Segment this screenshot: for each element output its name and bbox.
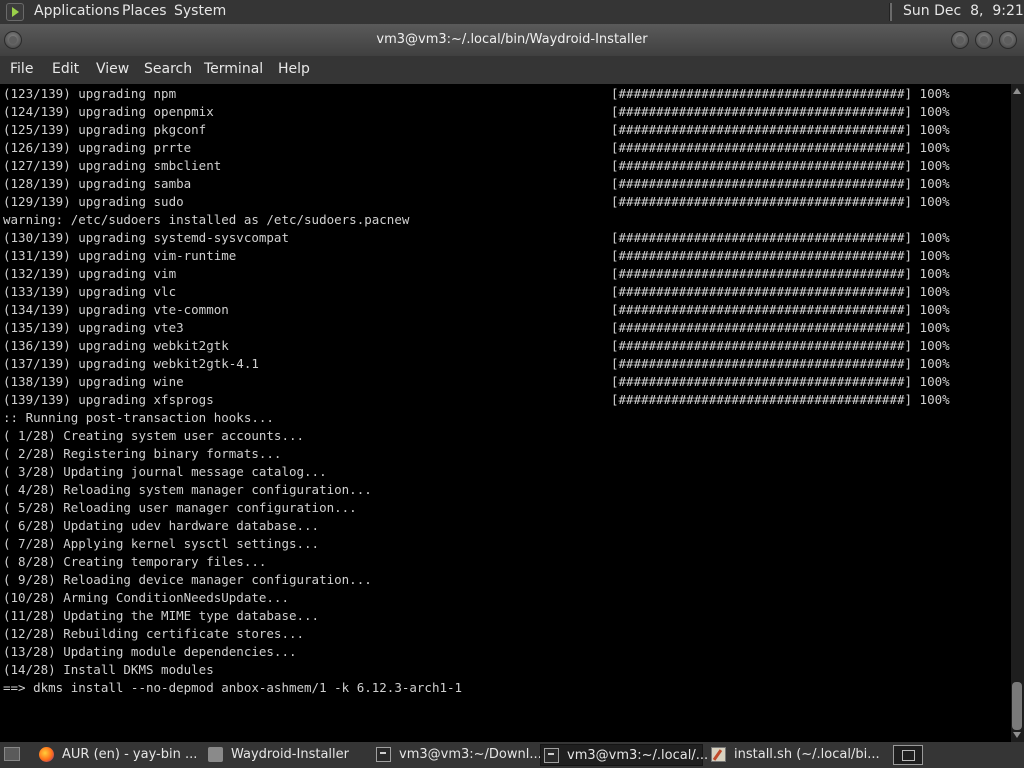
task-label: AUR (en) - yay-bin ... [62, 747, 198, 762]
maximize-button[interactable] [975, 31, 993, 49]
terminal-line: (128/139) upgrading samba [3, 176, 192, 191]
window-title: vm3@vm3:~/.local/bin/Waydroid-Installer [376, 32, 648, 47]
terminal-line: :: Running post-transaction hooks... [3, 410, 274, 425]
progress-bar-text: [######################################]… [611, 338, 950, 353]
progress-bar-text: [######################################]… [611, 194, 950, 209]
terminal-line: (127/139) upgrading smbclient [3, 158, 222, 173]
firefox-icon [39, 747, 54, 762]
workspace-switcher-icon[interactable] [893, 745, 923, 765]
taskbar: AUR (en) - yay-bin ... Waydroid-Installe… [0, 742, 1024, 768]
progress-bar-text: [######################################]… [611, 374, 950, 389]
scroll-down-arrow-icon[interactable] [1013, 732, 1021, 738]
task-label: vm3@vm3:~/Downl... [399, 747, 542, 762]
terminal-line: ( 9/28) Reloading device manager configu… [3, 572, 372, 587]
progress-bar-text: [######################################]… [611, 86, 950, 101]
terminal-line: (133/139) upgrading vlc [3, 284, 177, 299]
terminal-line: ( 2/28) Registering binary formats... [3, 446, 282, 461]
top-panel: Applications Places System Sun Dec 8, 9:… [0, 0, 1024, 24]
progress-bar-text: [######################################]… [611, 320, 950, 335]
terminal-line: ( 4/28) Reloading system manager configu… [3, 482, 372, 497]
progress-bar-text: [######################################]… [611, 230, 950, 245]
task-terminal-active[interactable]: vm3@vm3:~/.local/... [540, 744, 708, 766]
terminal-icon [376, 747, 391, 762]
menubar: File Edit View Search Terminal Help [0, 56, 1024, 84]
terminal-line: (12/28) Rebuilding certificate stores... [3, 626, 305, 641]
progress-bar-text: [######################################]… [611, 158, 950, 173]
menu-terminal[interactable]: Terminal [204, 61, 263, 77]
text-editor-icon [711, 747, 726, 762]
terminal-line: (136/139) upgrading webkit2gtk [3, 338, 229, 353]
menu-places[interactable]: Places [122, 3, 167, 19]
menu-help[interactable]: Help [278, 61, 310, 77]
terminal-line: (131/139) upgrading vim-runtime [3, 248, 237, 263]
minimize-button[interactable] [951, 31, 969, 49]
terminal-line: ( 6/28) Updating udev hardware database.… [3, 518, 320, 533]
menu-view[interactable]: View [96, 61, 129, 77]
folder-icon [208, 747, 223, 762]
progress-bar-text: [######################################]… [611, 284, 950, 299]
progress-bar-text: [######################################]… [611, 104, 950, 119]
menu-system[interactable]: System [174, 3, 226, 19]
task-label: vm3@vm3:~/.local/... [567, 748, 709, 763]
terminal-icon [544, 748, 559, 763]
task-label: Waydroid-Installer [231, 747, 349, 762]
task-label: install.sh (~/.local/bi... [734, 747, 880, 762]
scrollbar-thumb[interactable] [1012, 682, 1022, 730]
terminal-line: warning: /etc/sudoers installed as /etc/… [3, 212, 410, 227]
panel-separator [889, 3, 892, 21]
progress-bar-text: [######################################]… [611, 302, 950, 317]
terminal-line: (137/139) upgrading webkit2gtk-4.1 [3, 356, 259, 371]
progress-bar-text: [######################################]… [611, 140, 950, 155]
terminal-line: (138/139) upgrading wine [3, 374, 184, 389]
terminal-line: (124/139) upgrading openpmix [3, 104, 214, 119]
window-titlebar[interactable]: vm3@vm3:~/.local/bin/Waydroid-Installer [0, 24, 1024, 56]
close-button[interactable] [999, 31, 1017, 49]
progress-bar-text: [######################################]… [611, 248, 950, 263]
terminal-line: (135/139) upgrading vte3 [3, 320, 184, 335]
terminal-line: ==> dkms install --no-depmod anbox-ashme… [3, 680, 463, 695]
scroll-up-arrow-icon[interactable] [1013, 88, 1021, 94]
terminal-line: (139/139) upgrading xfsprogs [3, 392, 214, 407]
task-text-editor[interactable]: install.sh (~/.local/bi... [708, 744, 880, 766]
terminal-line: ( 7/28) Applying kernel sysctl settings.… [3, 536, 320, 551]
terminal-line: (11/28) Updating the MIME type database.… [3, 608, 320, 623]
progress-bar-text: [######################################]… [611, 122, 950, 137]
terminal-line: (123/139) upgrading npm [3, 86, 177, 101]
terminal-line: ( 8/28) Creating temporary files... [3, 554, 267, 569]
terminal-line: (126/139) upgrading prrte [3, 140, 192, 155]
terminal-line: (10/28) Arming ConditionNeedsUpdate... [3, 590, 289, 605]
show-desktop-icon[interactable] [4, 747, 20, 761]
clock[interactable]: Sun Dec 8, 9:21 PM [903, 3, 1024, 19]
task-firefox[interactable]: AUR (en) - yay-bin ... [36, 744, 199, 766]
terminal-line: (134/139) upgrading vte-common [3, 302, 229, 317]
menu-edit[interactable]: Edit [52, 61, 79, 77]
menu-search[interactable]: Search [144, 61, 192, 77]
terminal-line: ( 5/28) Reloading user manager configura… [3, 500, 357, 515]
terminal-line: (129/139) upgrading sudo [3, 194, 184, 209]
progress-bar-text: [######################################]… [611, 176, 950, 191]
menu-file[interactable]: File [10, 61, 33, 77]
applications-menu-icon[interactable] [6, 3, 24, 21]
task-file-manager[interactable]: Waydroid-Installer [205, 744, 368, 766]
terminal-output[interactable]: (123/139) upgrading npm [################… [0, 84, 1011, 742]
terminal-line: (13/28) Updating module dependencies... [3, 644, 297, 659]
progress-bar-text: [######################################]… [611, 266, 950, 281]
terminal-line: (130/139) upgrading systemd-sysvcompat [3, 230, 289, 245]
task-terminal-downloads[interactable]: vm3@vm3:~/Downl... [373, 744, 542, 766]
terminal-line: ( 1/28) Creating system user accounts... [3, 428, 305, 443]
terminal-line: (132/139) upgrading vim [3, 266, 177, 281]
menu-applications[interactable]: Applications [34, 3, 120, 19]
terminal-scrollbar[interactable] [1011, 84, 1024, 742]
terminal-line: ( 3/28) Updating journal message catalog… [3, 464, 327, 479]
progress-bar-text: [######################################]… [611, 392, 950, 407]
progress-bar-text: [######################################]… [611, 356, 950, 371]
terminal-line: (125/139) upgrading pkgconf [3, 122, 207, 137]
terminal-line: (14/28) Install DKMS modules [3, 662, 214, 677]
